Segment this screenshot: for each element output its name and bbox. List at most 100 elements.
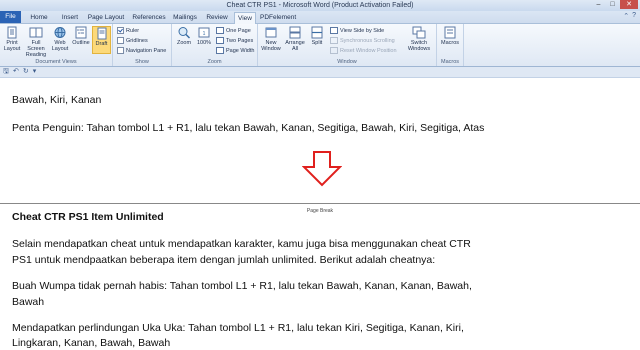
view-side-by-side-button[interactable]: View Side by Side <box>330 27 384 34</box>
zoom-button[interactable]: Zoom <box>175 26 193 46</box>
group-label-zoom: Zoom <box>207 59 222 65</box>
split-label: Split <box>311 40 323 46</box>
print-layout-label: Print Layout <box>3 40 21 52</box>
zoom-100-label: 100% <box>196 40 212 46</box>
reset-window-position-button[interactable]: Reset Window Position <box>330 47 397 54</box>
switch-windows-button[interactable]: Switch Windows <box>406 26 432 52</box>
tab-page-layout[interactable]: Page Layout <box>87 12 125 23</box>
page-break-label: Page Break <box>303 208 337 214</box>
full-screen-reading-label: Full Screen Reading <box>25 40 47 58</box>
ribbon-help-controls: ⌃ ? <box>623 12 636 20</box>
tab-file[interactable]: File <box>0 11 21 23</box>
macros-label: Macros <box>440 40 460 46</box>
ruler-label: Ruler <box>126 27 140 34</box>
tab-mailings[interactable]: Mailings <box>171 12 199 23</box>
quick-access-toolbar: 🖫 ↶ ↻ ▾ <box>0 67 640 78</box>
gridlines-label: Gridlines <box>126 37 148 44</box>
magnifier-icon <box>178 27 191 39</box>
synchronous-scrolling-icon <box>330 37 338 44</box>
arrange-all-button[interactable]: Arrange All <box>284 26 306 52</box>
group-zoom: Zoom 1 100% One Page Two Pages Page Widt… <box>172 24 258 66</box>
maximize-icon[interactable]: □ <box>606 0 619 9</box>
group-show: Ruler Gridlines Navigation Pane Show <box>113 24 172 66</box>
draft-button[interactable]: Draft <box>92 26 111 54</box>
document-line: Mendapatkan perlindungan Uka Uka: Tahan … <box>12 322 464 334</box>
draft-label: Draft <box>95 41 108 47</box>
macros-icon <box>444 26 456 39</box>
outline-icon <box>75 26 87 39</box>
document-line: Bawah <box>12 296 45 308</box>
split-icon <box>311 26 323 39</box>
full-screen-reading-icon <box>29 27 43 38</box>
tab-insert[interactable]: Insert <box>58 12 82 23</box>
outline-button[interactable]: Outline <box>71 26 91 46</box>
minimize-icon[interactable]: – <box>592 0 605 9</box>
window-title: Cheat CTR PS1 - Microsoft Word (Product … <box>226 2 414 9</box>
one-page-icon <box>216 27 224 34</box>
svg-text:1: 1 <box>203 31 206 37</box>
page-width-icon <box>216 47 224 54</box>
arrange-all-label: Arrange All <box>285 40 305 52</box>
arrange-all-icon <box>289 26 301 39</box>
view-side-by-side-label: View Side by Side <box>340 27 385 34</box>
document-line: Lingkaran, Kanan, Bawah, Bawah <box>12 337 171 349</box>
help-icon[interactable]: ? <box>632 12 636 20</box>
outline-label: Outline <box>72 40 90 46</box>
ruler-checkbox[interactable]: Ruler <box>117 27 139 34</box>
group-window: New Window Arrange All Split View Side b… <box>258 24 437 66</box>
zoom-label: Zoom <box>176 40 192 46</box>
undo-icon[interactable]: ↶ <box>13 67 19 77</box>
two-pages-label: Two Pages <box>226 37 254 44</box>
side-by-side-icon <box>330 27 338 34</box>
document-line: PS1 untuk mendpaatkan beberapa item deng… <box>12 254 436 266</box>
zoom-100-button[interactable]: 1 100% <box>195 26 213 46</box>
navigation-pane-check-icon <box>117 47 124 54</box>
switch-windows-label: Switch Windows <box>407 40 431 52</box>
page-width-button[interactable]: Page Width <box>216 47 254 54</box>
save-icon[interactable]: 🖫 <box>3 67 9 77</box>
page-width-label: Page Width <box>226 47 255 54</box>
tab-home[interactable]: Home <box>28 12 50 23</box>
web-layout-button[interactable]: Web Layout <box>50 26 70 52</box>
full-screen-reading-button[interactable]: Full Screen Reading <box>23 26 49 58</box>
document-line: Penta Penguin: Tahan tombol L1 + R1, lal… <box>12 122 485 134</box>
navigation-pane-checkbox[interactable]: Navigation Pane <box>117 47 166 54</box>
one-page-button[interactable]: One Page <box>216 27 251 34</box>
switch-windows-icon <box>412 26 426 39</box>
tab-references[interactable]: References <box>131 12 167 23</box>
group-label-macros: Macros <box>440 59 460 65</box>
tab-pdfelement[interactable]: PDFelement <box>260 12 296 23</box>
gridlines-check-icon <box>117 37 124 44</box>
title-bar: Cheat CTR PS1 - Microsoft Word (Product … <box>0 0 640 11</box>
two-pages-icon <box>216 37 224 44</box>
group-label-document-views: Document Views <box>35 59 77 65</box>
web-layout-icon <box>54 27 66 38</box>
reset-window-position-icon <box>330 47 338 54</box>
gridlines-checkbox[interactable]: Gridlines <box>117 37 148 44</box>
ribbon-tabs: File Home Insert Page Layout References … <box>0 11 640 24</box>
document-area[interactable]: Bawah, Kiri, Kanan Penta Penguin: Tahan … <box>0 78 640 349</box>
split-button[interactable]: Split <box>308 26 326 46</box>
print-layout-button[interactable]: Print Layout <box>2 26 22 52</box>
new-window-label: New Window <box>261 40 281 52</box>
group-label-window: Window <box>337 59 357 65</box>
section-heading: Cheat CTR PS1 Item Unlimited <box>12 211 164 223</box>
new-window-button[interactable]: New Window <box>260 26 282 52</box>
close-icon[interactable]: ✕ <box>620 0 638 9</box>
document-line: Selain mendapatkan cheat untuk mendapatk… <box>12 238 471 250</box>
redo-icon[interactable]: ↻ <box>23 67 29 77</box>
synchronous-scrolling-button[interactable]: Synchronous Scrolling <box>330 37 395 44</box>
down-arrow-icon <box>302 151 342 187</box>
macros-button[interactable]: Macros <box>439 26 461 46</box>
collapse-ribbon-icon[interactable]: ⌃ <box>623 12 629 20</box>
ruler-check-icon <box>117 27 124 34</box>
ribbon: Print Layout Full Screen Reading Web Lay… <box>0 24 640 67</box>
window-controls: – □ ✕ <box>591 0 638 10</box>
group-macros: Macros Macros <box>437 24 464 66</box>
print-layout-icon <box>7 26 17 39</box>
two-pages-button[interactable]: Two Pages <box>216 37 253 44</box>
customize-toolbar-icon[interactable]: ▾ <box>33 67 37 77</box>
draft-icon <box>97 27 106 40</box>
tab-view[interactable]: View <box>234 12 256 24</box>
tab-review[interactable]: Review <box>204 12 230 23</box>
